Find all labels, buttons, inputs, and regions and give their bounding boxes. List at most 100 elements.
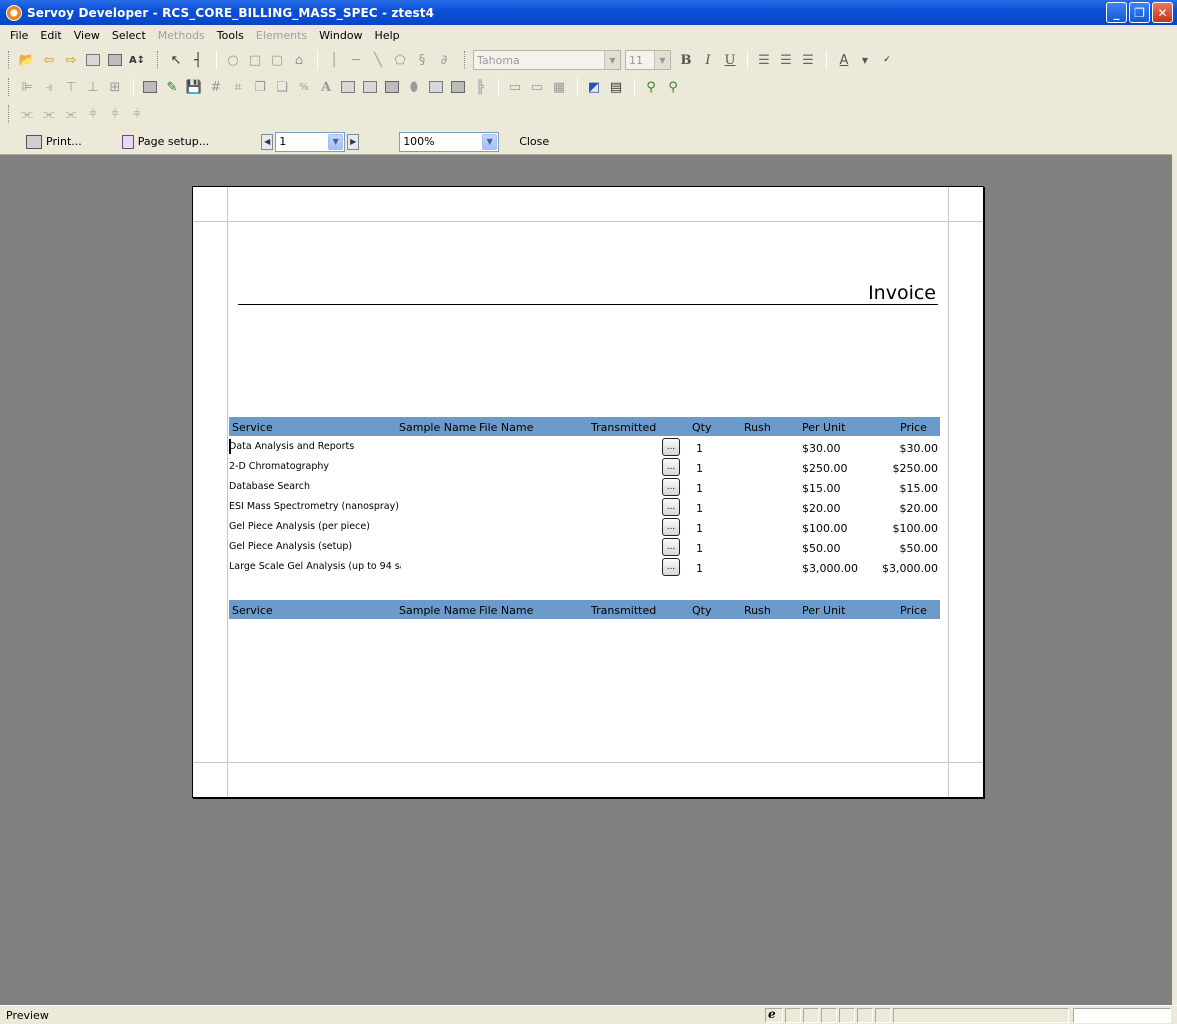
form-icon[interactable] bbox=[140, 77, 160, 97]
label-icon[interactable]: A bbox=[316, 77, 336, 97]
grid-icon[interactable]: # bbox=[206, 77, 226, 97]
maximize-button[interactable]: ❐ bbox=[1129, 2, 1150, 23]
row-details-button[interactable]: ... bbox=[662, 478, 680, 496]
split-pane-icon[interactable]: ╠ bbox=[470, 77, 490, 97]
portal-element-icon[interactable] bbox=[382, 77, 402, 97]
align-top-edges-icon[interactable]: ⊤ bbox=[61, 77, 81, 97]
browser-icon[interactable]: ◩ bbox=[584, 77, 604, 97]
image-element-icon[interactable] bbox=[426, 77, 446, 97]
close-window-button[interactable]: ✕ bbox=[1152, 2, 1173, 23]
menu-view[interactable]: View bbox=[68, 29, 106, 42]
underline-button[interactable]: U bbox=[719, 50, 741, 70]
font-size-select[interactable]: 11 ▼ bbox=[625, 50, 671, 70]
align-right-edges-icon[interactable]: ⫣ bbox=[39, 77, 59, 97]
align-bottom-edges-icon[interactable]: ⊥ bbox=[83, 77, 103, 97]
chevron-down-icon: ▼ bbox=[654, 51, 670, 69]
distribute-center-icon[interactable]: ⫘ bbox=[61, 104, 81, 124]
previous-page-button[interactable]: ◀ bbox=[261, 133, 274, 150]
servoy-app-icon[interactable] bbox=[6, 4, 22, 21]
send-backward-icon[interactable]: ▭ bbox=[527, 77, 547, 97]
print-button[interactable]: Print... bbox=[26, 134, 82, 149]
shape-icon[interactable]: ⌂ bbox=[289, 50, 309, 70]
distribute-vcenter-icon[interactable]: ⫩ bbox=[127, 104, 147, 124]
tabpanel-element-icon[interactable] bbox=[448, 77, 468, 97]
menu-methods[interactable]: Methods bbox=[152, 29, 211, 42]
table-icon[interactable]: ▦ bbox=[549, 77, 569, 97]
row-details-button[interactable]: ... bbox=[662, 518, 680, 536]
snap-grid-icon[interactable]: ⌗ bbox=[228, 77, 248, 97]
menu-help[interactable]: Help bbox=[369, 29, 406, 42]
toolbar-grip[interactable] bbox=[8, 51, 11, 69]
arrow-left-icon[interactable]: ⇦ bbox=[39, 50, 59, 70]
toolbar-grip[interactable] bbox=[8, 105, 11, 123]
rectangle-icon[interactable]: □ bbox=[245, 50, 265, 70]
status-mode: Preview bbox=[6, 1009, 49, 1022]
number-format-icon[interactable]: % bbox=[294, 77, 314, 97]
font-name-select[interactable]: Tahoma ▼ bbox=[473, 50, 621, 70]
align-center-icon[interactable]: ☰ bbox=[776, 50, 796, 70]
menu-edit[interactable]: Edit bbox=[34, 29, 67, 42]
align-right-icon[interactable]: ☰ bbox=[798, 50, 818, 70]
next-page-button[interactable]: ▶ bbox=[347, 133, 360, 150]
bring-forward-icon[interactable]: ▭ bbox=[505, 77, 525, 97]
align-left-icon[interactable]: ☰ bbox=[754, 50, 774, 70]
menu-tools[interactable]: Tools bbox=[211, 29, 250, 42]
page-number-select[interactable]: 1 ▼ bbox=[275, 131, 346, 152]
edit-form-icon[interactable]: ✎ bbox=[162, 77, 182, 97]
horizontal-line-icon[interactable]: ─ bbox=[346, 50, 366, 70]
rounded-rect-icon[interactable]: ▢ bbox=[267, 50, 287, 70]
status-cell bbox=[857, 1008, 873, 1023]
add-form-icon[interactable] bbox=[83, 50, 103, 70]
save-icon[interactable]: 💾 bbox=[184, 77, 204, 97]
bold-button[interactable]: B bbox=[675, 50, 697, 70]
debug-start-icon[interactable]: ⚲ bbox=[641, 77, 661, 97]
ungroup-icon[interactable]: ❏ bbox=[272, 77, 292, 97]
button-element-icon[interactable] bbox=[338, 77, 358, 97]
polygon-icon[interactable]: ⬠ bbox=[390, 50, 410, 70]
row-details-button[interactable]: ... bbox=[662, 438, 680, 456]
toolbar-grip[interactable] bbox=[8, 78, 11, 96]
menu-elements[interactable]: Elements bbox=[250, 29, 313, 42]
diagonal-line-icon[interactable]: ╲ bbox=[368, 50, 388, 70]
bean-element-icon[interactable]: ⬮ bbox=[404, 77, 424, 97]
sort-icon[interactable]: A↕ bbox=[127, 50, 147, 70]
delete-form-icon[interactable] bbox=[105, 50, 125, 70]
vertical-line-icon[interactable]: │ bbox=[324, 50, 344, 70]
curve-icon[interactable]: § bbox=[412, 50, 432, 70]
close-preview-button[interactable]: Close bbox=[519, 135, 549, 148]
group-icon[interactable]: ❐ bbox=[250, 77, 270, 97]
arrow-right-icon[interactable]: ⇨ bbox=[61, 50, 81, 70]
col-service: Service bbox=[232, 421, 273, 434]
row-details-button[interactable]: ... bbox=[662, 458, 680, 476]
row-details-button[interactable]: ... bbox=[662, 558, 680, 576]
font-color-button[interactable]: A bbox=[833, 50, 855, 70]
chevron-down-icon[interactable]: ▼ bbox=[855, 50, 875, 70]
calendar-icon[interactable]: ▤ bbox=[606, 77, 626, 97]
spellcheck-icon[interactable]: ✓ bbox=[877, 50, 897, 70]
col-price: Price bbox=[900, 421, 927, 434]
menu-window[interactable]: Window bbox=[313, 29, 368, 42]
open-folder-icon[interactable]: 📂 bbox=[17, 50, 37, 70]
menu-select[interactable]: Select bbox=[106, 29, 152, 42]
align-center-icon[interactable]: ⊞ bbox=[105, 77, 125, 97]
debug-step-icon[interactable]: ⚲ bbox=[663, 77, 683, 97]
align-left-edges-icon[interactable]: ⊫ bbox=[17, 77, 37, 97]
toolbar-grip[interactable] bbox=[157, 51, 160, 69]
page-setup-button[interactable]: Page setup... bbox=[121, 134, 209, 149]
freehand-icon[interactable]: ∂ bbox=[434, 50, 454, 70]
row-details-button[interactable]: ... bbox=[662, 498, 680, 516]
italic-button[interactable]: I bbox=[697, 50, 719, 70]
tab-order-icon[interactable]: ┤ bbox=[188, 50, 208, 70]
distribute-horizontal-icon[interactable]: ⫘ bbox=[17, 104, 37, 124]
distribute-vspacing-icon[interactable]: ⫩ bbox=[105, 104, 125, 124]
row-details-button[interactable]: ... bbox=[662, 538, 680, 556]
menu-file[interactable]: File bbox=[4, 29, 34, 42]
toolbar-grip[interactable] bbox=[464, 51, 467, 69]
ellipse-icon[interactable]: ○ bbox=[223, 50, 243, 70]
minimize-button[interactable]: _ bbox=[1106, 2, 1127, 23]
field-element-icon[interactable] bbox=[360, 77, 380, 97]
distribute-vertical-icon[interactable]: ⫩ bbox=[83, 104, 103, 124]
zoom-select[interactable]: 100% ▼ bbox=[399, 131, 500, 152]
pointer-icon[interactable]: ↖ bbox=[166, 50, 186, 70]
distribute-spacing-icon[interactable]: ⫘ bbox=[39, 104, 59, 124]
